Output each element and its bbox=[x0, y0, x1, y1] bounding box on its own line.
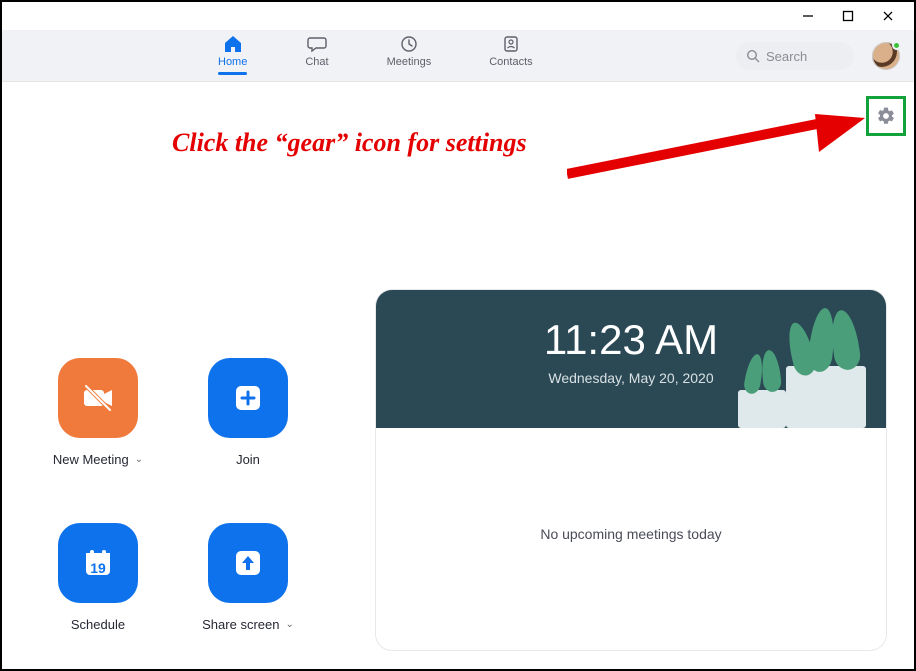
action-label: Share screen bbox=[202, 617, 279, 632]
action-label: Join bbox=[236, 452, 260, 467]
calendar-day: 19 bbox=[90, 560, 106, 576]
settings-button[interactable] bbox=[866, 96, 906, 136]
home-actions: New Meeting ⌄ Join 19 Schedule bbox=[38, 358, 308, 632]
window-maximize-button[interactable] bbox=[828, 4, 868, 28]
annotation-text: Click the “gear” icon for settings bbox=[172, 128, 527, 158]
window-titlebar bbox=[2, 2, 914, 30]
current-date: Wednesday, May 20, 2020 bbox=[376, 370, 886, 386]
minimize-icon bbox=[802, 10, 814, 22]
plus-icon bbox=[208, 358, 288, 438]
search-icon bbox=[746, 49, 760, 63]
chevron-down-icon: ⌄ bbox=[285, 619, 293, 630]
annotation-arrow bbox=[567, 114, 867, 194]
tab-meetings[interactable]: Meetings bbox=[381, 30, 438, 81]
no-meetings-text: No upcoming meetings today bbox=[376, 428, 886, 542]
tab-home[interactable]: Home bbox=[212, 30, 253, 81]
schedule-button[interactable]: 19 Schedule bbox=[38, 523, 158, 632]
share-screen-button[interactable]: Share screen ⌄ bbox=[188, 523, 308, 632]
clock-icon bbox=[400, 34, 418, 54]
calendar-icon: 19 bbox=[58, 523, 138, 603]
close-icon bbox=[882, 10, 894, 22]
search-input[interactable]: Search bbox=[736, 42, 854, 70]
tab-contacts[interactable]: Contacts bbox=[483, 30, 538, 81]
current-time: 11:23 AM bbox=[376, 290, 886, 364]
tab-label: Chat bbox=[305, 56, 328, 68]
action-label: New Meeting bbox=[53, 452, 129, 467]
search-placeholder: Search bbox=[766, 49, 807, 64]
chat-icon bbox=[307, 34, 327, 54]
arrow-up-icon bbox=[208, 523, 288, 603]
video-off-icon bbox=[58, 358, 138, 438]
tab-label: Contacts bbox=[489, 56, 532, 68]
new-meeting-button[interactable]: New Meeting ⌄ bbox=[38, 358, 158, 467]
tab-chat[interactable]: Chat bbox=[299, 30, 334, 81]
clock-banner: 11:23 AM Wednesday, May 20, 2020 bbox=[376, 290, 886, 428]
maximize-icon bbox=[842, 10, 854, 22]
top-navbar: Home Chat Meetings Contacts Search bbox=[2, 30, 914, 82]
window-minimize-button[interactable] bbox=[788, 4, 828, 28]
tab-label: Meetings bbox=[387, 56, 432, 68]
gear-icon bbox=[876, 106, 896, 126]
join-button[interactable]: Join bbox=[188, 358, 308, 467]
meetings-panel: 11:23 AM Wednesday, May 20, 2020 No upco… bbox=[376, 290, 886, 650]
chevron-down-icon: ⌄ bbox=[135, 454, 143, 465]
tab-label: Home bbox=[218, 56, 247, 68]
window-close-button[interactable] bbox=[868, 4, 908, 28]
home-icon bbox=[223, 34, 243, 54]
contacts-icon bbox=[502, 34, 520, 54]
action-label: Schedule bbox=[71, 617, 125, 632]
presence-indicator bbox=[892, 41, 901, 50]
main-content: Click the “gear” icon for settings New M… bbox=[2, 82, 914, 669]
nav-tabs: Home Chat Meetings Contacts bbox=[212, 30, 539, 81]
profile-avatar[interactable] bbox=[872, 42, 900, 70]
